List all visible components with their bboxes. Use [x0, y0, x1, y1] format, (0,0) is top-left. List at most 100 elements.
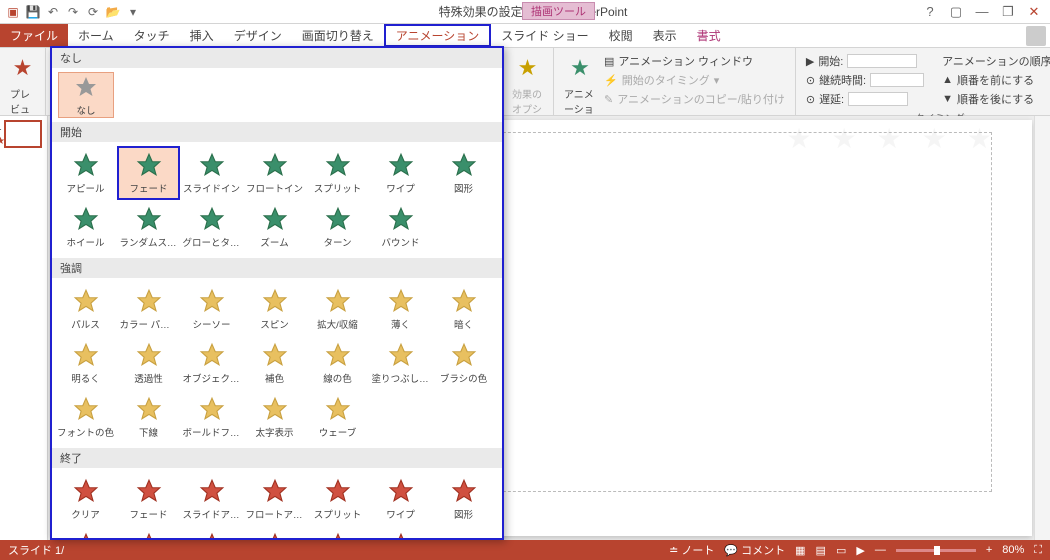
gallery-item[interactable]: 薄く	[369, 282, 432, 336]
gallery-item[interactable]: ランダムスト...	[117, 526, 180, 540]
zoom-slider[interactable]	[896, 549, 976, 552]
view-reading-icon[interactable]: ▭	[836, 544, 846, 557]
gallery-item[interactable]: アピール	[54, 146, 117, 200]
duration-field[interactable]: ⊙ 継続時間:	[802, 71, 928, 89]
tab-transitions[interactable]: 画面切り替え	[292, 24, 384, 47]
gallery-item[interactable]: 明るく	[54, 336, 117, 390]
gallery-item[interactable]: オブジェクト ...	[180, 336, 243, 390]
move-later-button[interactable]: ▼ 順番を後にする	[938, 90, 1050, 108]
repeat-icon[interactable]: ⟳	[84, 3, 102, 21]
gallery-item[interactable]: ワイプ	[369, 472, 432, 526]
ribbon-tabs: ファイル ホーム タッチ 挿入 デザイン 画面切り替え アニメーション スライド…	[0, 24, 1050, 48]
tab-animations[interactable]: アニメーション	[384, 24, 492, 47]
view-normal-icon[interactable]: ▦	[795, 544, 805, 557]
gallery-item[interactable]: ズーム	[243, 526, 306, 540]
redo-icon[interactable]: ↷	[64, 3, 82, 21]
vertical-scrollbar[interactable]	[1034, 116, 1050, 540]
tab-home[interactable]: ホーム	[68, 24, 124, 47]
animation-pane-button[interactable]: ▤アニメーション ウィンドウ	[600, 52, 789, 70]
gallery-item-label: スプリット	[314, 507, 362, 521]
gallery-item[interactable]: スライドアウト	[180, 472, 243, 526]
star-icon	[135, 341, 163, 369]
gallery-item[interactable]: 縮小および...	[180, 526, 243, 540]
user-avatar[interactable]	[1026, 26, 1046, 46]
gallery-item[interactable]: シーソー	[180, 282, 243, 336]
gallery-item[interactable]: ワイプ	[369, 146, 432, 200]
gallery-item[interactable]: ブラシの色	[432, 336, 495, 390]
zoom-in-icon[interactable]: +	[986, 544, 992, 556]
slide-thumbnail-1[interactable]: 1 ★	[4, 120, 42, 148]
gallery-item[interactable]: ズーム	[243, 200, 306, 254]
gallery-item[interactable]: 図形	[432, 146, 495, 200]
view-slideshow-icon[interactable]: ▶	[856, 544, 864, 557]
star-icon	[387, 205, 415, 233]
gallery-item[interactable]: 塗りつぶしの色	[369, 336, 432, 390]
gallery-item[interactable]: フォントの色	[54, 390, 117, 444]
gallery-item[interactable]: ターン	[306, 526, 369, 540]
gallery-item[interactable]: ホイール	[54, 526, 117, 540]
gallery-item[interactable]: カラー パルス	[117, 282, 180, 336]
animation-painter-button[interactable]: ✎アニメーションのコピー/貼り付け	[600, 90, 789, 108]
gallery-item[interactable]: フロートイン	[243, 146, 306, 200]
gallery-item[interactable]: ボールドフラ...	[180, 390, 243, 444]
gallery-item-none[interactable]: なし	[58, 72, 114, 118]
gallery-item[interactable]: 暗く	[432, 282, 495, 336]
gallery-item[interactable]: スピン	[243, 282, 306, 336]
gallery-item[interactable]: ウェーブ	[306, 390, 369, 444]
gallery-item-label: 下線	[139, 425, 158, 439]
gallery-item[interactable]: ホイール	[54, 200, 117, 254]
gallery-item[interactable]: 下線	[117, 390, 180, 444]
move-earlier-button[interactable]: ▲ 順番を前にする	[938, 71, 1050, 89]
close-icon[interactable]: ✕	[1024, 4, 1044, 20]
gallery-item[interactable]: ランダムスト...	[117, 200, 180, 254]
tab-slideshow[interactable]: スライド ショー	[491, 24, 598, 47]
gallery-item[interactable]: フェード	[117, 472, 180, 526]
view-sorter-icon[interactable]: ▤	[816, 544, 826, 557]
gallery-item[interactable]: 太字表示	[243, 390, 306, 444]
undo-icon[interactable]: ↶	[44, 3, 62, 21]
gallery-item[interactable]: 図形	[432, 472, 495, 526]
star-icon	[261, 151, 289, 179]
gallery-item[interactable]: グローとターン	[180, 200, 243, 254]
tab-review[interactable]: 校閲	[599, 24, 643, 47]
gallery-item[interactable]: 線の色	[306, 336, 369, 390]
notes-button[interactable]: ≐ ノート	[669, 542, 714, 558]
gallery-item[interactable]: クリア	[54, 472, 117, 526]
ribbon-options-icon[interactable]: ▢	[946, 4, 966, 20]
gallery-item-label: フェード	[129, 507, 167, 521]
restore-icon[interactable]: ❐	[998, 4, 1018, 20]
gallery-item[interactable]: 拡大/収縮	[306, 282, 369, 336]
gallery-item[interactable]: スライドイン	[180, 146, 243, 200]
gallery-item[interactable]: ターン	[306, 200, 369, 254]
gallery-item[interactable]: フロートアウト	[243, 472, 306, 526]
star-icon	[387, 531, 415, 540]
tab-design[interactable]: デザイン	[224, 24, 292, 47]
tab-insert[interactable]: 挿入	[180, 24, 224, 47]
star-icon	[450, 341, 478, 369]
help-icon[interactable]: ?	[920, 4, 940, 20]
comments-button[interactable]: 💬 コメント	[724, 542, 785, 558]
gallery-item[interactable]: バウンド	[369, 526, 432, 540]
gallery-item[interactable]: スプリット	[306, 146, 369, 200]
gallery-item[interactable]: パルス	[54, 282, 117, 336]
zoom-out-icon[interactable]: —	[875, 544, 886, 556]
gallery-item[interactable]: 補色	[243, 336, 306, 390]
tab-touch[interactable]: タッチ	[124, 24, 180, 47]
gallery-item[interactable]: 透過性	[117, 336, 180, 390]
tab-file[interactable]: ファイル	[0, 24, 68, 47]
gallery-item[interactable]: スプリット	[306, 472, 369, 526]
minimize-icon[interactable]: —	[972, 4, 992, 20]
save-icon[interactable]: 💾	[24, 3, 42, 21]
delay-field[interactable]: ⊙ 遅延:	[802, 90, 928, 108]
tab-view[interactable]: 表示	[643, 24, 687, 47]
trigger-button[interactable]: ⚡開始のタイミング ▾	[600, 71, 789, 89]
gallery-item[interactable]: バウンド	[369, 200, 432, 254]
tab-format[interactable]: 書式	[687, 24, 731, 47]
zoom-level[interactable]: 80%	[1002, 544, 1024, 556]
fit-to-window-icon[interactable]: ⛶	[1034, 544, 1042, 557]
gallery-section-emphasis: 強調	[52, 258, 502, 278]
start-field[interactable]: ▶ 開始:	[802, 52, 928, 70]
open-icon[interactable]: 📂	[104, 3, 122, 21]
gallery-item[interactable]: フェード	[117, 146, 180, 200]
qat-dropdown-icon[interactable]: ▾	[124, 3, 142, 21]
